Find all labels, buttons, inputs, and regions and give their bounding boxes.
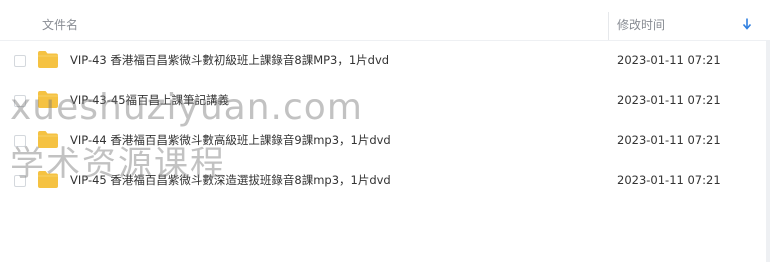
file-name[interactable]: VIP-45 香港福百昌紫微斗數深造選拔班錄音8課mp3，1片dvd bbox=[70, 172, 391, 188]
list-item[interactable]: VIP-44 香港福百昌紫微斗數高級班上課錄音9課mp3，1片dvd 2023-… bbox=[0, 123, 770, 163]
folder-icon bbox=[38, 131, 58, 148]
file-list-header: 文件名 修改时间 bbox=[0, 0, 770, 41]
modified-time: 2023-01-11 07:21 bbox=[617, 173, 721, 187]
modified-time: 2023-01-11 07:21 bbox=[617, 133, 721, 147]
column-header-filename[interactable]: 文件名 bbox=[42, 16, 78, 33]
list-item[interactable]: VIP-45 香港福百昌紫微斗數深造選拔班錄音8課mp3，1片dvd 2023-… bbox=[0, 163, 770, 203]
list-item[interactable]: VIP-43-45福百昌上課筆記講義 2023-01-11 07:21 bbox=[0, 83, 770, 123]
folder-icon bbox=[38, 91, 58, 108]
column-header-modified-time[interactable]: 修改时间 bbox=[617, 16, 665, 33]
file-name[interactable]: VIP-43-45福百昌上課筆記講義 bbox=[70, 92, 229, 108]
folder-icon bbox=[38, 171, 58, 188]
folder-icon bbox=[38, 51, 58, 68]
list-item[interactable]: VIP-43 香港福百昌紫微斗數初級班上課錄音8課MP3，1片dvd 2023-… bbox=[0, 43, 770, 83]
modified-time: 2023-01-11 07:21 bbox=[617, 93, 721, 107]
modified-time: 2023-01-11 07:21 bbox=[617, 53, 721, 67]
arrow-down-icon[interactable] bbox=[742, 18, 752, 30]
row-checkbox[interactable] bbox=[14, 55, 26, 67]
row-checkbox[interactable] bbox=[14, 175, 26, 187]
column-divider[interactable] bbox=[608, 12, 609, 40]
row-checkbox[interactable] bbox=[14, 95, 26, 107]
row-checkbox[interactable] bbox=[14, 135, 26, 147]
file-name[interactable]: VIP-43 香港福百昌紫微斗數初級班上課錄音8課MP3，1片dvd bbox=[70, 52, 389, 68]
file-name[interactable]: VIP-44 香港福百昌紫微斗數高級班上課錄音9課mp3，1片dvd bbox=[70, 132, 391, 148]
